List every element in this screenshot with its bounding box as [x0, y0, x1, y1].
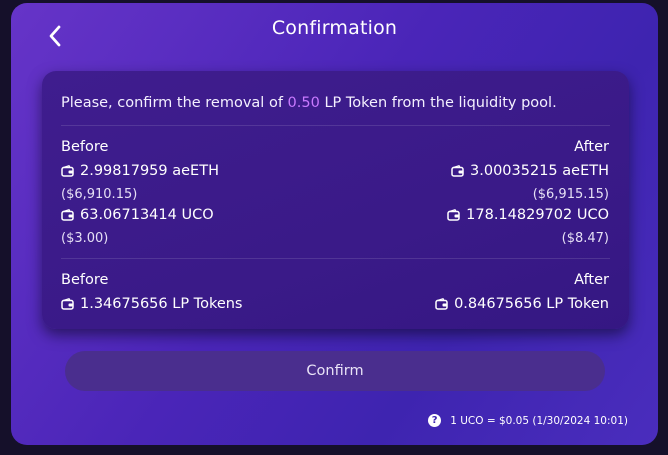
removal-message-suffix: LP Token from the liquidity pool. — [319, 95, 557, 111]
wallet-icon — [61, 298, 74, 310]
rate-footer: ? 1 UCO = $0.05 (1/30/2024 10:01) — [428, 414, 628, 427]
lp-before-amount: 1.34675656 LP Tokens — [80, 296, 243, 312]
lp-before-label: Before — [61, 272, 109, 288]
lp-after-label: After — [574, 272, 609, 288]
removal-message: Please, confirm the removal of 0.50 LP T… — [61, 95, 557, 111]
wallet-icon — [61, 165, 74, 177]
after-token-2: 178.14829702 UCO — [447, 207, 609, 223]
tokens-before-label: Before — [61, 139, 109, 155]
before-token-1: 2.99817959 aeETH — [61, 163, 219, 179]
page-title: Confirmation — [271, 17, 398, 39]
before-token-1-amount: 2.99817959 aeETH — [80, 163, 219, 179]
before-token-1-fiat: ($6,910.15) — [61, 187, 138, 202]
confirmation-panel: Confirmation Please, confirm the removal… — [11, 3, 658, 445]
after-token-2-fiat: ($8.47) — [561, 231, 609, 246]
before-token-2-amount: 63.06713414 UCO — [80, 207, 214, 223]
tokens-after-label: After — [574, 139, 609, 155]
wallet-icon — [447, 209, 460, 221]
before-token-2-fiat: ($3.00) — [61, 231, 109, 246]
lp-after-amount: 0.84675656 LP Token — [454, 296, 609, 312]
summary-card: Please, confirm the removal of 0.50 LP T… — [42, 71, 629, 329]
removal-message-prefix: Please, confirm the removal of — [61, 95, 288, 111]
help-circle-icon[interactable]: ? — [428, 414, 442, 427]
wallet-icon — [435, 298, 448, 310]
wallet-icon — [451, 165, 464, 177]
after-token-1-fiat: ($6,915.15) — [532, 187, 609, 202]
wallet-icon — [61, 209, 74, 221]
after-token-1-amount: 3.00035215 aeETH — [470, 163, 609, 179]
before-token-2: 63.06713414 UCO — [61, 207, 214, 223]
after-token-2-amount: 178.14829702 UCO — [466, 207, 609, 223]
removal-amount: 0.50 — [287, 95, 320, 111]
exchange-rate-text: 1 UCO = $0.05 (1/30/2024 10:01) — [450, 414, 628, 427]
confirm-button[interactable]: Confirm — [65, 351, 605, 391]
lp-before-balance: 1.34675656 LP Tokens — [61, 296, 243, 312]
after-token-1: 3.00035215 aeETH — [451, 163, 609, 179]
divider — [61, 258, 610, 259]
lp-after-balance: 0.84675656 LP Token — [435, 296, 609, 312]
divider — [61, 125, 610, 126]
